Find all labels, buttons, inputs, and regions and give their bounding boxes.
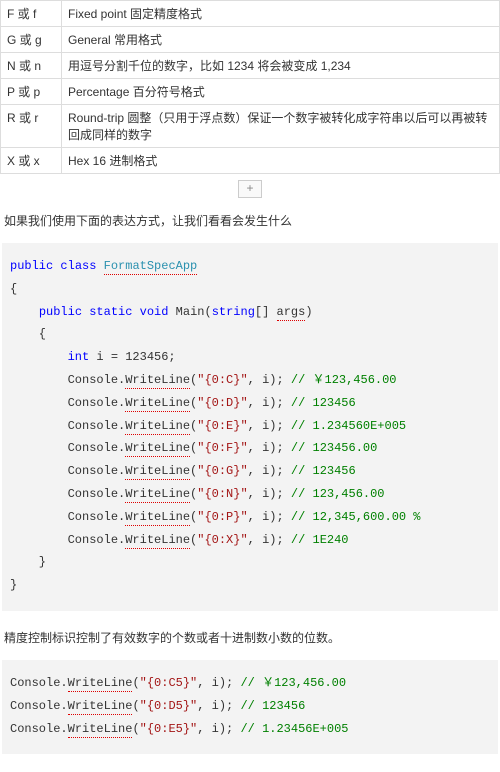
cell-desc: Fixed point 固定精度格式 [62, 1, 500, 27]
fmt: "{0:X}" [197, 533, 247, 547]
kw-string: string [212, 305, 255, 319]
obj: Console [68, 464, 118, 478]
fmt: "{0:E5}" [140, 722, 198, 736]
kw-class: class [60, 259, 96, 273]
method: WriteLine [125, 533, 190, 549]
table-row: P 或 p Percentage 百分符号格式 [1, 79, 500, 105]
method: WriteLine [125, 419, 190, 435]
type-name: FormatSpecApp [104, 259, 198, 275]
obj: Console [68, 487, 118, 501]
dot: . [60, 722, 67, 736]
table-row: N 或 n 用逗号分割千位的数字，比如 1234 将会被变成 1,234 [1, 53, 500, 79]
comment: // 123,456.00 [291, 487, 385, 501]
comment: // ￥123,456.00 [291, 373, 397, 387]
method: WriteLine [125, 396, 190, 412]
obj: Console [68, 419, 118, 433]
tail: , i); [248, 533, 291, 547]
cell-spec: N 或 n [1, 53, 62, 79]
tail: , i); [248, 487, 291, 501]
fmt: "{0:D5}" [140, 699, 198, 713]
fn-main: Main [176, 305, 205, 319]
code-block-1: public class FormatSpecApp { public stat… [2, 243, 498, 611]
cell-desc: Round-trip 圆整（只用于浮点数）保证一个数字被转化成字符串以后可以再被… [62, 105, 500, 148]
comment: // 1.234560E+005 [291, 419, 406, 433]
method: WriteLine [68, 699, 133, 715]
cell-spec: P 或 p [1, 79, 62, 105]
obj: Console [68, 441, 118, 455]
fmt: "{0:C5}" [140, 676, 198, 690]
method: WriteLine [125, 487, 190, 503]
table-row: F 或 f Fixed point 固定精度格式 [1, 1, 500, 27]
obj: Console [68, 396, 118, 410]
kw-static: static [89, 305, 132, 319]
tail: , i); [248, 510, 291, 524]
decl: i = 123456; [89, 350, 175, 364]
method: WriteLine [125, 441, 190, 457]
cell-spec: F 或 f [1, 1, 62, 27]
tail: , i); [197, 722, 240, 736]
fmt: "{0:E}" [197, 419, 247, 433]
method: WriteLine [125, 510, 190, 526]
code-block-2: Console.WriteLine("{0:C5}", i); // ￥123,… [2, 660, 498, 754]
paragraph-intro: 如果我们使用下面的表达方式，让我们看看会发生什么 [4, 212, 496, 229]
cell-spec: G 或 g [1, 27, 62, 53]
method: WriteLine [125, 464, 190, 480]
obj: Console [10, 676, 60, 690]
tail: , i); [248, 441, 291, 455]
kw-public: public [39, 305, 82, 319]
comment: // 123456 [291, 464, 356, 478]
tail: , i); [248, 373, 291, 387]
method: WriteLine [68, 722, 133, 738]
kw-public: public [10, 259, 53, 273]
comment: // 123456.00 [291, 441, 377, 455]
fmt: "{0:P}" [197, 510, 247, 524]
comment: // ￥123,456.00 [240, 676, 346, 690]
cell-desc: 用逗号分割千位的数字，比如 1234 将会被变成 1,234 [62, 53, 500, 79]
tail: , i); [248, 464, 291, 478]
obj: Console [68, 533, 118, 547]
fmt: "{0:D}" [197, 396, 247, 410]
fmt: "{0:G}" [197, 464, 247, 478]
comment: // 1E240 [291, 533, 349, 547]
dot: . [60, 676, 67, 690]
obj: Console [10, 722, 60, 736]
kw-void: void [140, 305, 169, 319]
kw-int: int [68, 350, 90, 364]
table-row: X 或 x Hex 16 进制格式 [1, 148, 500, 174]
tail: , i); [197, 699, 240, 713]
add-row-control[interactable]: + [0, 180, 500, 198]
comment: // 123456 [291, 396, 356, 410]
arg-args: args [277, 305, 306, 321]
tail: , i); [197, 676, 240, 690]
comment: // 1.23456E+005 [240, 722, 348, 736]
paragraph-precision: 精度控制标识控制了有效数字的个数或者十进制数小数的位数。 [4, 629, 496, 646]
comment: // 123456 [240, 699, 305, 713]
table-row: G 或 g General 常用格式 [1, 27, 500, 53]
method: WriteLine [68, 676, 133, 692]
obj: Console [68, 510, 118, 524]
cell-spec: X 或 x [1, 148, 62, 174]
cell-desc: Percentage 百分符号格式 [62, 79, 500, 105]
fmt: "{0:C}" [197, 373, 247, 387]
cell-desc: General 常用格式 [62, 27, 500, 53]
tail: , i); [248, 396, 291, 410]
fmt: "{0:F}" [197, 441, 247, 455]
plus-icon: + [238, 180, 262, 198]
table-row: R 或 r Round-trip 圆整（只用于浮点数）保证一个数字被转化成字符串… [1, 105, 500, 148]
dot: . [60, 699, 67, 713]
method: WriteLine [125, 373, 190, 389]
fmt: "{0:N}" [197, 487, 247, 501]
cell-spec: R 或 r [1, 105, 62, 148]
format-table: F 或 f Fixed point 固定精度格式 G 或 g General 常… [0, 0, 500, 174]
tail: , i); [248, 419, 291, 433]
obj: Console [68, 373, 118, 387]
cell-desc: Hex 16 进制格式 [62, 148, 500, 174]
comment: // 12,345,600.00 % [291, 510, 421, 524]
obj: Console [10, 699, 60, 713]
